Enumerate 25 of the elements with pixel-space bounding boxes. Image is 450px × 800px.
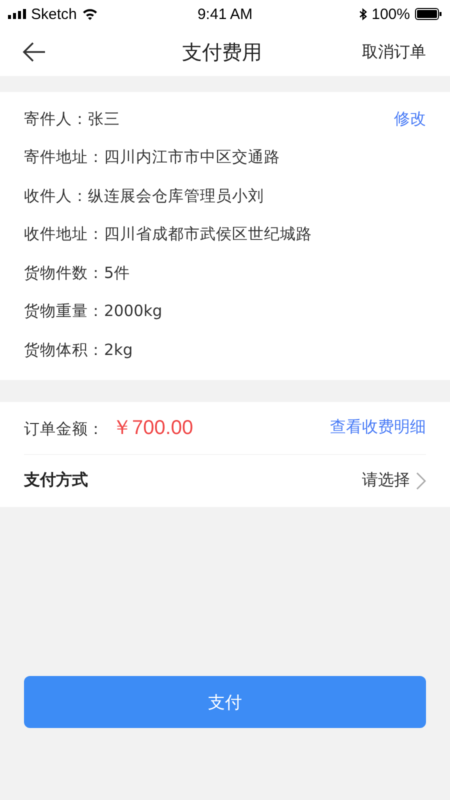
shipment-field: 寄件人：张三 xyxy=(24,108,120,130)
shipment-field: 收件人：纵连展会仓库管理员小刘 xyxy=(24,186,264,207)
back-arrow-icon[interactable] xyxy=(22,42,46,62)
chevron-right-icon xyxy=(416,472,426,490)
shipment-field: 寄件地址：四川内江市市中区交通路 xyxy=(24,147,280,168)
signal-icon xyxy=(8,9,26,19)
fee-details-link[interactable]: 查看收费明细 xyxy=(330,417,426,438)
shipment-field: 货物体积：2kg xyxy=(24,340,133,361)
wifi-icon xyxy=(82,8,98,20)
shipment-field: 货物件数：5件 xyxy=(24,262,130,284)
battery-percent: 100% xyxy=(372,6,410,22)
edit-link[interactable]: 修改 xyxy=(394,108,426,130)
order-amount: ￥700.00 xyxy=(112,416,194,441)
payment-method-select[interactable]: 请选择 xyxy=(362,470,426,491)
shipment-field: 货物重量：2000kg xyxy=(24,301,162,322)
payment-method-label: 支付方式 xyxy=(24,470,88,491)
carrier-name: Sketch xyxy=(31,6,77,22)
status-time: 9:41 AM xyxy=(197,6,253,22)
amount-label: 订单金额： xyxy=(24,419,104,440)
cancel-order-button[interactable]: 取消订单 xyxy=(362,42,426,62)
battery-icon xyxy=(414,8,442,20)
pay-button[interactable]: 支付 xyxy=(24,676,426,728)
bluetooth-icon xyxy=(358,8,367,20)
page-title: 支付费用 xyxy=(182,38,262,66)
shipment-field: 收件地址：四川省成都市武侯区世纪城路 xyxy=(24,224,312,246)
